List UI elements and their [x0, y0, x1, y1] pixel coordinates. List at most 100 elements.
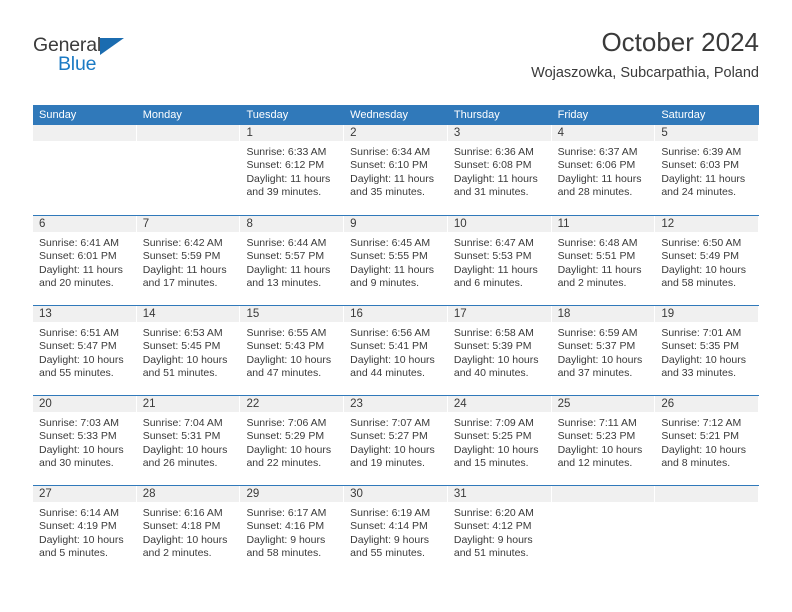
calendar-day-cell[interactable]: 7 Sunrise: 6:42 AM Sunset: 5:59 PM Daylight…	[136, 216, 241, 305]
title-block: October 2024 Wojaszowka, Subcarpathia, P…	[531, 27, 759, 82]
calendar-day-cell[interactable]: 1 Sunrise: 6:33 AM Sunset: 6:12 PM Daylight…	[240, 125, 345, 215]
page-subtitle: Wojaszowka, Subcarpathia, Poland	[531, 64, 759, 81]
daylight-duration-line1: Daylight: 11 hours	[661, 172, 746, 185]
sunset-time: Sunset: 6:12 PM	[246, 159, 325, 172]
calendar-day-cell[interactable]: 11 Sunrise: 6:48 AM Sunset: 5:51 PM Dayligh…	[551, 216, 656, 305]
day-details: Sunrise: 6:58 AM Sunset: 5:39 PM Daylight:…	[448, 322, 552, 380]
daylight-duration-line2: and 58 minutes.	[246, 546, 322, 559]
daylight-duration-line2: and 37 minutes.	[557, 366, 633, 379]
sunrise-time: Sunrise: 6:33 AM	[246, 146, 327, 158]
day-number-strip	[344, 216, 447, 232]
calendar-day-cell[interactable]: 19 Sunrise: 7:01 AM Sunset: 5:35 PM Dayligh…	[655, 306, 760, 395]
calendar-day-cell-empty	[33, 125, 137, 215]
calendar-day-cell[interactable]: 27 Sunrise: 6:14 AM Sunset: 4:19 PM Dayligh…	[33, 486, 137, 575]
calendar-day-cell[interactable]: 18 Sunrise: 6:59 AM Sunset: 5:37 PM Dayligh…	[551, 306, 656, 395]
weekday-header-friday: Friday	[557, 109, 589, 121]
day-details: Sunrise: 6:17 AM Sunset: 4:16 PM Daylight:…	[240, 502, 344, 560]
day-number: 31	[453, 488, 467, 500]
calendar-day-cell[interactable]: 22 Sunrise: 7:06 AM Sunset: 5:29 PM Dayligh…	[240, 396, 345, 485]
general-blue-logo[interactable]: General Blue	[33, 35, 153, 82]
day-number-strip	[447, 125, 551, 141]
calendar-day-cell[interactable]: 4 Sunrise: 6:37 AM Sunset: 6:06 PM Daylight…	[551, 125, 656, 215]
daylight-duration-line2: and 6 minutes.	[453, 276, 523, 289]
sunset-time: Sunset: 5:33 PM	[39, 430, 117, 443]
sunrise-time: Sunrise: 6:59 AM	[557, 327, 638, 339]
calendar-day-cell[interactable]: 24 Sunrise: 7:09 AM Sunset: 5:25 PM Dayligh…	[447, 396, 552, 485]
day-number: 24	[453, 398, 467, 410]
day-details: Sunrise: 7:07 AM Sunset: 5:27 PM Daylight:…	[344, 412, 448, 470]
daylight-duration-line2: and 55 minutes.	[39, 366, 114, 379]
sunset-time: Sunset: 5:59 PM	[142, 250, 221, 263]
calendar-day-cell-empty	[655, 486, 760, 575]
calendar-day-cell[interactable]: 29 Sunrise: 6:17 AM Sunset: 4:16 PM Dayligh…	[240, 486, 345, 575]
calendar-day-cell[interactable]: 28 Sunrise: 6:16 AM Sunset: 4:18 PM Dayligh…	[136, 486, 241, 575]
sunset-time: Sunset: 5:51 PM	[557, 250, 636, 263]
day-details: Sunrise: 6:45 AM Sunset: 5:55 PM Daylight:…	[344, 232, 448, 290]
daylight-duration-line2: and 47 minutes.	[246, 366, 322, 379]
page-title: October 2024	[601, 27, 759, 57]
sunrise-time: Sunrise: 6:36 AM	[453, 146, 534, 158]
daylight-duration-line1: Daylight: 11 hours	[453, 263, 538, 276]
day-number-strip	[344, 125, 447, 141]
calendar-day-cell[interactable]: 12 Sunrise: 6:50 AM Sunset: 5:49 PM Dayligh…	[655, 216, 760, 305]
calendar-week-row: 13 Sunrise: 6:51 AM Sunset: 5:47 PM Dayligh…	[33, 305, 760, 395]
sunrise-time: Sunrise: 6:51 AM	[39, 327, 119, 339]
calendar-day-cell[interactable]: 17 Sunrise: 6:58 AM Sunset: 5:39 PM Dayligh…	[447, 306, 552, 395]
daylight-duration-line1: Daylight: 10 hours	[557, 353, 643, 366]
daylight-duration-line2: and 26 minutes.	[142, 456, 218, 469]
calendar-day-cell[interactable]: 14 Sunrise: 6:53 AM Sunset: 5:45 PM Dayligh…	[136, 306, 241, 395]
day-details: Sunrise: 7:06 AM Sunset: 5:29 PM Daylight:…	[240, 412, 344, 470]
calendar-day-cell[interactable]: 13 Sunrise: 6:51 AM Sunset: 5:47 PM Dayligh…	[33, 306, 137, 395]
calendar-day-cell[interactable]: 6 Sunrise: 6:41 AM Sunset: 6:01 PM Daylight…	[33, 216, 137, 305]
daylight-duration-line2: and 30 minutes.	[39, 456, 114, 469]
calendar-day-cell[interactable]: 25 Sunrise: 7:11 AM Sunset: 5:23 PM Dayligh…	[551, 396, 656, 485]
daylight-duration-line1: Daylight: 9 hours	[453, 533, 533, 546]
calendar-day-cell[interactable]: 2 Sunrise: 6:34 AM Sunset: 6:10 PM Daylight…	[344, 125, 448, 215]
daylight-duration-line1: Daylight: 10 hours	[350, 353, 435, 366]
calendar-day-cell[interactable]: 5 Sunrise: 6:39 AM Sunset: 6:03 PM Daylight…	[655, 125, 760, 215]
daylight-duration-line1: Daylight: 10 hours	[453, 443, 539, 456]
day-number: 9	[350, 218, 357, 230]
calendar-day-cell[interactable]: 15 Sunrise: 6:55 AM Sunset: 5:43 PM Dayligh…	[240, 306, 345, 395]
calendar-day-cell[interactable]: 31 Sunrise: 6:20 AM Sunset: 4:12 PM Dayligh…	[447, 486, 552, 575]
day-number: 28	[142, 488, 156, 500]
calendar-day-cell[interactable]: 9 Sunrise: 6:45 AM Sunset: 5:55 PM Daylight…	[344, 216, 448, 305]
day-number: 22	[246, 398, 260, 410]
sunrise-time: Sunrise: 6:44 AM	[246, 237, 327, 249]
calendar-day-cell[interactable]: 3 Sunrise: 6:36 AM Sunset: 6:08 PM Daylight…	[447, 125, 552, 215]
sunrise-time: Sunrise: 7:09 AM	[453, 417, 534, 429]
calendar-day-cell[interactable]: 8 Sunrise: 6:44 AM Sunset: 5:57 PM Daylight…	[240, 216, 345, 305]
daylight-duration-line2: and 2 minutes.	[557, 276, 627, 289]
sunset-time: Sunset: 4:18 PM	[142, 520, 221, 533]
daylight-duration-line2: and 8 minutes.	[661, 456, 731, 469]
calendar-day-cell[interactable]: 23 Sunrise: 7:07 AM Sunset: 5:27 PM Dayligh…	[344, 396, 448, 485]
day-number: 4	[557, 127, 564, 139]
sunset-time: Sunset: 5:23 PM	[557, 430, 636, 443]
calendar-day-cell[interactable]: 10 Sunrise: 6:47 AM Sunset: 5:53 PM Dayligh…	[447, 216, 552, 305]
day-number: 7	[142, 218, 150, 230]
day-number: 3	[453, 127, 461, 139]
calendar-day-cell[interactable]: 21 Sunrise: 7:04 AM Sunset: 5:31 PM Dayligh…	[136, 396, 241, 485]
day-details: Sunrise: 6:59 AM Sunset: 5:37 PM Daylight:…	[552, 322, 656, 380]
daylight-duration-line1: Daylight: 10 hours	[142, 533, 228, 546]
day-details: Sunrise: 6:36 AM Sunset: 6:08 PM Daylight:…	[448, 141, 552, 199]
day-details: Sunrise: 6:39 AM Sunset: 6:03 PM Daylight:…	[655, 141, 759, 199]
calendar-week-row: 27 Sunrise: 6:14 AM Sunset: 4:19 PM Dayligh…	[33, 485, 760, 575]
sunset-time: Sunset: 5:49 PM	[661, 250, 739, 263]
calendar-day-cell[interactable]: 30 Sunrise: 6:19 AM Sunset: 4:14 PM Dayligh…	[344, 486, 448, 575]
sunset-time: Sunset: 4:14 PM	[350, 520, 428, 533]
calendar-week-row: 1 Sunrise: 6:33 AM Sunset: 6:12 PM Daylight…	[33, 125, 760, 215]
calendar-day-cell[interactable]: 20 Sunrise: 7:03 AM Sunset: 5:33 PM Dayligh…	[33, 396, 137, 485]
logo-text-blue: Blue	[58, 53, 97, 75]
day-details: Sunrise: 7:01 AM Sunset: 5:35 PM Daylight:…	[655, 322, 759, 380]
calendar-day-cell[interactable]: 26 Sunrise: 7:12 AM Sunset: 5:21 PM Dayligh…	[655, 396, 760, 485]
calendar-day-cell[interactable]: 16 Sunrise: 6:56 AM Sunset: 5:41 PM Dayligh…	[344, 306, 448, 395]
day-number: 2	[350, 127, 357, 139]
sunset-time: Sunset: 6:01 PM	[39, 250, 117, 263]
daylight-duration-line1: Daylight: 10 hours	[246, 353, 332, 366]
day-number-strip	[136, 216, 240, 232]
page-header: General Blue October 2024 Wojaszowka, Su…	[33, 27, 759, 96]
sunrise-time: Sunrise: 7:03 AM	[39, 417, 119, 429]
sunrise-time: Sunrise: 6:47 AM	[453, 237, 534, 249]
daylight-duration-line2: and 31 minutes.	[453, 185, 529, 198]
